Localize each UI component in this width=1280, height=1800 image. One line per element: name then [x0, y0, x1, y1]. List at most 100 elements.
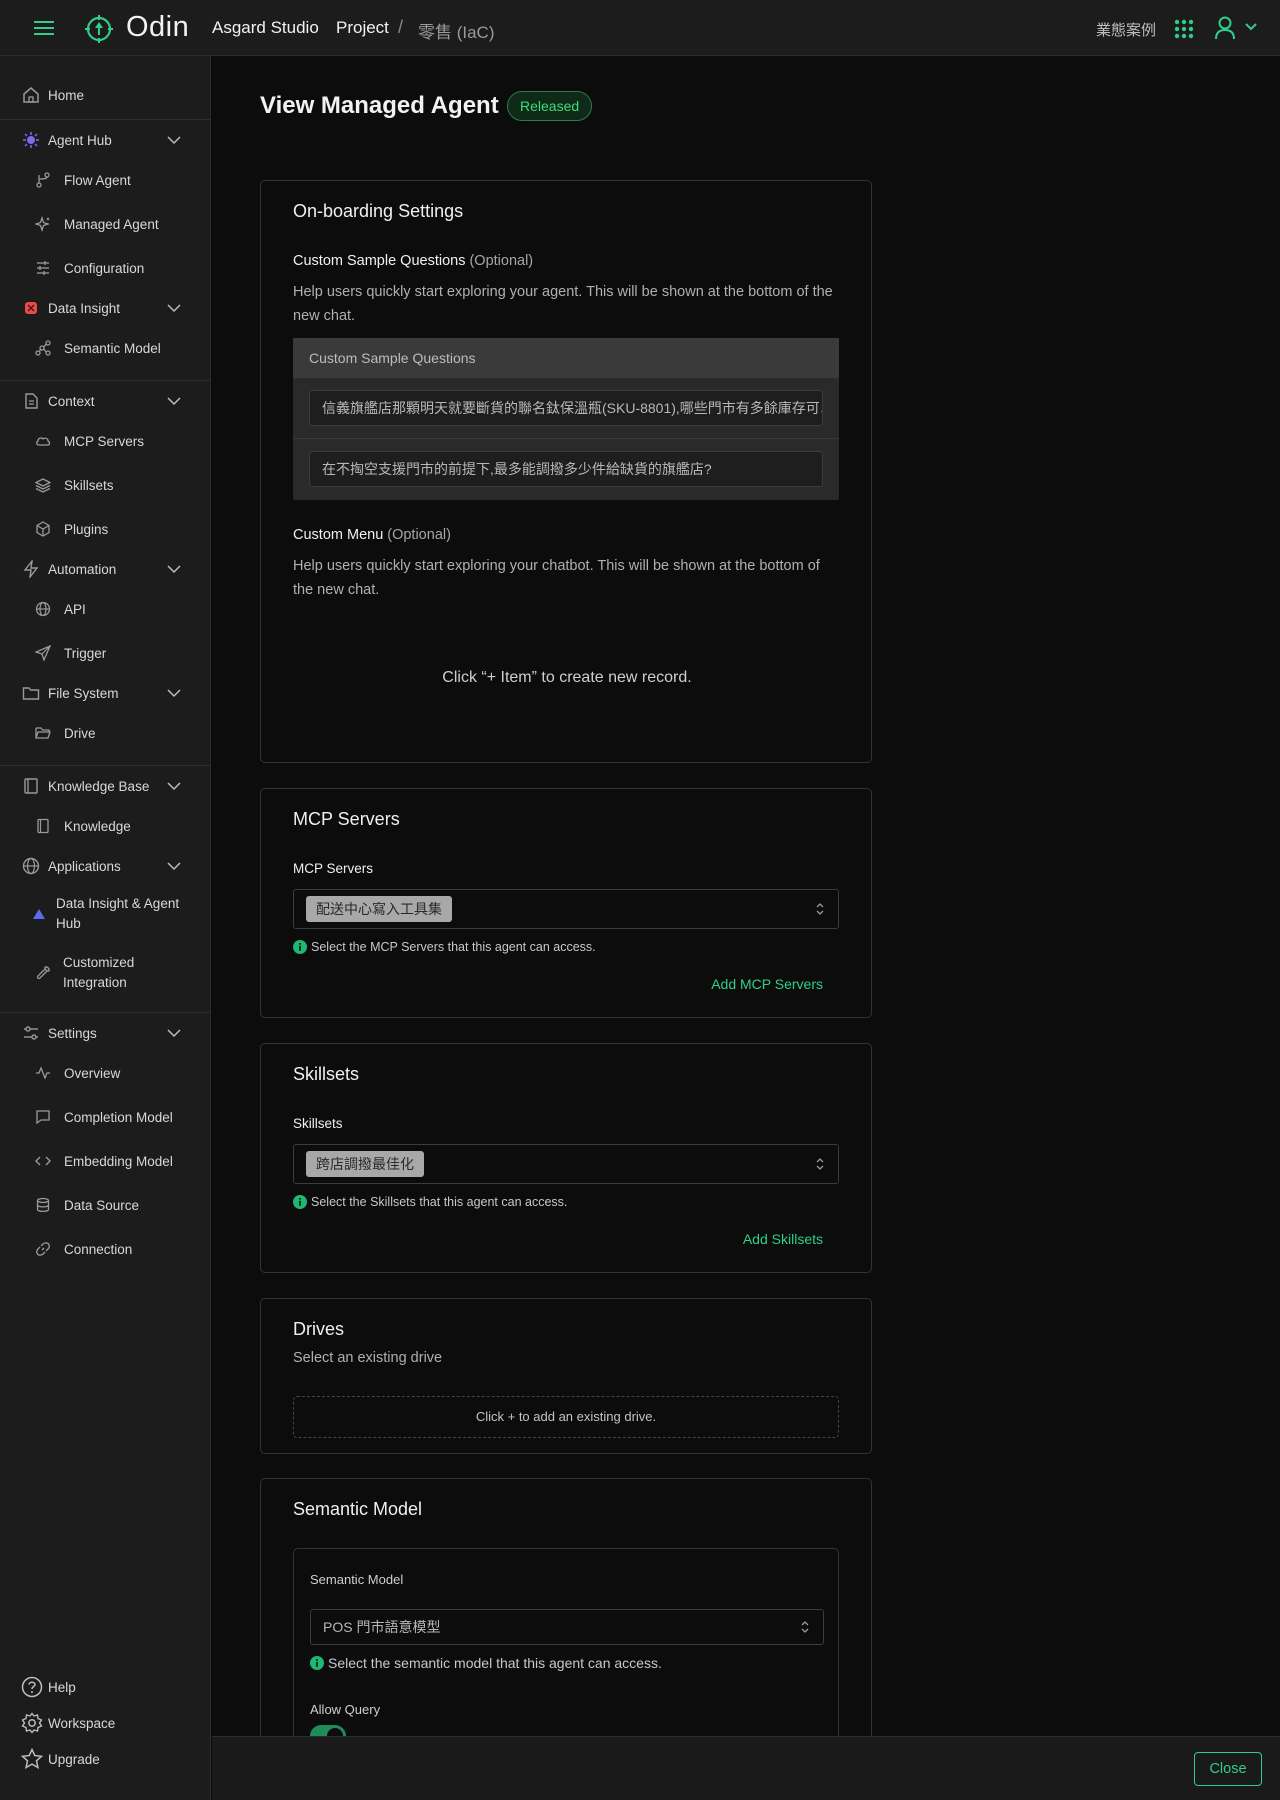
breadcrumb-current[interactable]: 零售 (IaC) [418, 18, 495, 43]
code-icon [35, 1153, 51, 1169]
custom-menu-empty-note: Click “+ Item” to create new record. [442, 669, 692, 686]
custom-menu-help: Help users quickly start exploring your … [293, 558, 820, 598]
sidebar-item-mcp-servers[interactable]: MCP Servers [0, 426, 211, 456]
sidebar-item-knowledge-base[interactable]: Knowledge Base [0, 771, 211, 801]
sidebar-item-customized-integration[interactable]: Customized Integration [0, 951, 211, 995]
gear-icon [21, 1712, 43, 1734]
globe-icon [35, 601, 51, 617]
sidebar-item-drive[interactable]: Drive [0, 718, 211, 748]
sidebar-item-file-system[interactable]: File System [0, 678, 211, 708]
skillsets-label: Skillsets [293, 1116, 343, 1131]
chevron-down-icon[interactable] [167, 302, 181, 314]
info-icon [310, 1656, 324, 1670]
cloud-icon [35, 433, 51, 449]
sidebar-item-plugins[interactable]: Plugins [0, 514, 211, 544]
skillsets-card: Skillsets Skillsets 跨店調撥最佳化 Select the S… [260, 1043, 872, 1273]
folder-icon [22, 684, 40, 702]
updown-chevron-icon [816, 1158, 824, 1170]
chevron-down-icon[interactable] [167, 687, 181, 699]
sidebar-item-applications[interactable]: Applications [0, 851, 211, 881]
sidebar-item-data-source[interactable]: Data Source [0, 1190, 211, 1220]
sidebar-divider [0, 1012, 211, 1013]
drives-subtitle: Select an existing drive [293, 1350, 443, 1366]
chevron-down-icon[interactable] [167, 1027, 181, 1039]
footer-bar [212, 1736, 1280, 1800]
semantic-model-info: Select the semantic model that this agen… [310, 1655, 662, 1671]
info-icon [293, 940, 307, 954]
chevron-down-icon[interactable] [167, 780, 181, 792]
semantic-model-card: Semantic Model Semantic Model POS 門市語意模型… [260, 1478, 872, 1778]
sparkles-icon [35, 216, 51, 232]
graph-nodes-icon [35, 340, 51, 356]
sidebar-divider [0, 380, 211, 381]
sidebar-item-skillsets[interactable]: Skillsets [0, 470, 211, 500]
semantic-model-label: Semantic Model [310, 1572, 404, 1587]
sidebar-item-flow-agent[interactable]: Flow Agent [0, 165, 211, 195]
link-icon [35, 1241, 51, 1257]
onboarding-settings-card: On-boarding Settings Custom Sample Quest… [260, 180, 872, 763]
sidebar: Home Agent Hub Flow Agent Managed Agent … [0, 56, 211, 1800]
sample-question-input[interactable]: 在不掏空支援門市的前提下,最多能調撥多少件給缺貨的旗艦店? [309, 451, 823, 487]
sidebar-item-knowledge[interactable]: Knowledge [0, 811, 211, 841]
apps-grid-icon[interactable] [1174, 19, 1194, 39]
chevron-down-icon[interactable] [1244, 22, 1258, 32]
sidebar-item-upgrade[interactable]: Upgrade [0, 1744, 211, 1774]
semantic-model-select[interactable]: POS 門市語意模型 [310, 1609, 824, 1645]
sidebar-item-embedding-model[interactable]: Embedding Model [0, 1146, 211, 1176]
add-drive-dropzone[interactable]: Click + to add an existing drive. [293, 1396, 839, 1438]
chat-icon [35, 1109, 51, 1125]
sample-question-input[interactable]: 信義旗艦店那顆明天就要斷貨的聯名鈦保溫瓶(SKU-8801),哪些門市有多餘庫存… [309, 390, 823, 426]
sidebar-item-connection[interactable]: Connection [0, 1234, 211, 1264]
sidebar-item-data-insight[interactable]: Data Insight [0, 293, 211, 323]
close-button[interactable]: Close [1194, 1752, 1262, 1786]
document-icon [22, 392, 40, 410]
chevron-down-icon[interactable] [167, 134, 181, 146]
sliders-icon [35, 260, 51, 276]
sidebar-item-api[interactable]: API [0, 594, 211, 624]
sidebar-item-trigger[interactable]: Trigger [0, 638, 211, 668]
sidebar-item-automation[interactable]: Automation [0, 554, 211, 584]
sidebar-item-workspace[interactable]: Workspace [0, 1708, 211, 1738]
skillsets-select[interactable]: 跨店調撥最佳化 [293, 1144, 839, 1184]
sidebar-item-overview[interactable]: Overview [0, 1058, 211, 1088]
activity-icon [35, 1065, 51, 1081]
drives-title: Drives [293, 1319, 345, 1339]
add-skillsets-button[interactable]: Add Skillsets [743, 1231, 823, 1247]
chevron-down-icon[interactable] [167, 563, 181, 575]
add-mcp-servers-button[interactable]: Add MCP Servers [711, 976, 823, 992]
settings-sliders-icon [22, 1024, 40, 1042]
allow-query-label: Allow Query [310, 1702, 381, 1717]
sidebar-item-data-insight-agent-hub[interactable]: Data Insight & Agent Hub [0, 892, 211, 936]
sidebar-item-managed-agent[interactable]: Managed Agent [0, 209, 211, 239]
workspace-label[interactable]: 業態案例 [1096, 19, 1156, 40]
selected-chip[interactable]: 配送中心寫入工具集 [306, 896, 452, 922]
mcp-servers-label: MCP Servers [293, 861, 374, 876]
sample-questions-help: Help users quickly start exploring your … [293, 284, 833, 324]
org-name[interactable]: Asgard Studio [212, 18, 319, 38]
send-icon [35, 645, 51, 661]
odin-logo-icon [85, 15, 113, 43]
sidebar-item-semantic-model[interactable]: Semantic Model [0, 333, 211, 363]
sidebar-divider [0, 119, 211, 120]
globe-icon [22, 857, 40, 875]
sidebar-item-completion-model[interactable]: Completion Model [0, 1102, 211, 1132]
menu-icon[interactable] [32, 18, 56, 38]
user-icon[interactable] [1214, 16, 1236, 40]
sidebar-item-settings[interactable]: Settings [0, 1018, 211, 1048]
breadcrumb-project[interactable]: Project [336, 18, 389, 38]
sidebar-item-home[interactable]: Home [0, 80, 211, 110]
database-icon [35, 1197, 51, 1213]
sidebar-item-help[interactable]: Help [0, 1672, 211, 1702]
drives-card: Drives Select an existing drive Click + … [260, 1298, 872, 1454]
selected-chip[interactable]: 跨店調撥最佳化 [306, 1151, 424, 1177]
chevron-down-icon[interactable] [167, 395, 181, 407]
sidebar-item-context[interactable]: Context [0, 386, 211, 416]
sidebar-item-agent-hub[interactable]: Agent Hub [0, 125, 211, 155]
sample-questions-label: Custom Sample Questions (Optional) [293, 253, 534, 269]
mcp-servers-select[interactable]: 配送中心寫入工具集 [293, 889, 839, 929]
chevron-down-icon[interactable] [167, 860, 181, 872]
mcp-servers-card: MCP Servers MCP Servers 配送中心寫入工具集 Select… [260, 788, 872, 1018]
layers-icon [35, 477, 51, 493]
sidebar-item-configuration[interactable]: Configuration [0, 253, 211, 283]
top-bar: Odin Asgard Studio Project / 零售 (IaC) 業態… [0, 0, 1280, 56]
